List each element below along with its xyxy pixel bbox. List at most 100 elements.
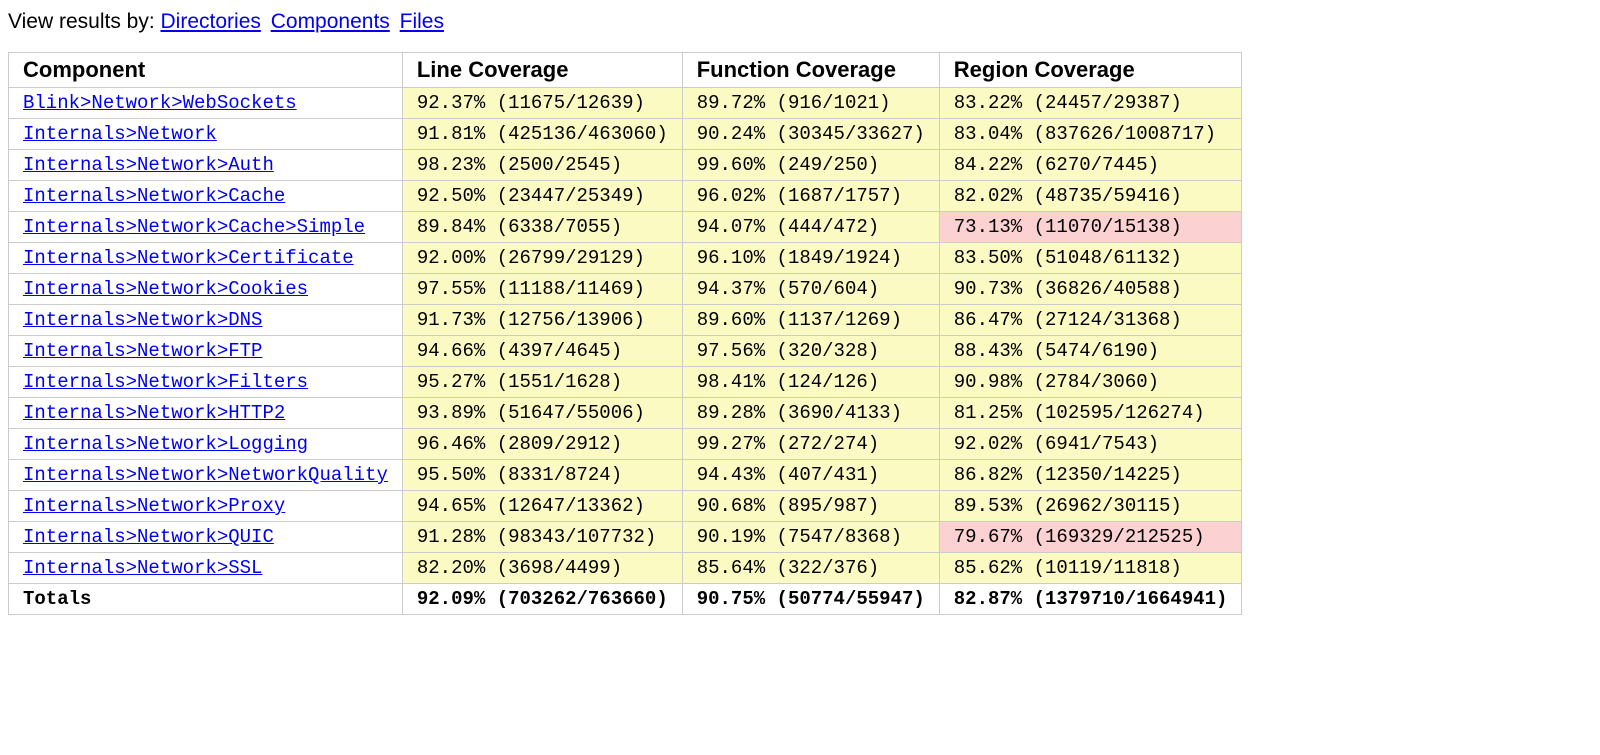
coverage-pct: 91.81% [417, 123, 485, 145]
coverage-pct: 99.27% [697, 433, 765, 455]
coverage-pct: 89.72% [697, 92, 765, 114]
component-link[interactable]: Internals>Network>NetworkQuality [23, 464, 388, 486]
region-coverage-cell: 88.43% (5474/6190) [939, 336, 1242, 367]
component-link[interactable]: Internals>Network>Cache>Simple [23, 216, 365, 238]
component-cell: Internals>Network>Logging [9, 429, 403, 460]
component-cell: Internals>Network>QUIC [9, 522, 403, 553]
func-coverage-cell: 96.02% (1687/1757) [682, 181, 939, 212]
coverage-fraction: (36826/40588) [1034, 278, 1182, 300]
component-cell: Internals>Network>Cache>Simple [9, 212, 403, 243]
coverage-pct: 81.25% [954, 402, 1022, 424]
coverage-pct: 79.67% [954, 526, 1022, 548]
coverage-pct: 82.02% [954, 185, 1022, 207]
component-cell: Blink>Network>WebSockets [9, 88, 403, 119]
coverage-fraction: (703262/763660) [497, 588, 668, 610]
line-coverage-cell: 96.46% (2809/2912) [402, 429, 682, 460]
totals-region-cell: 82.87% (1379710/1664941) [939, 584, 1242, 615]
coverage-fraction: (6338/7055) [497, 216, 622, 238]
line-coverage-cell: 92.37% (11675/12639) [402, 88, 682, 119]
coverage-pct: 90.19% [697, 526, 765, 548]
region-coverage-cell: 81.25% (102595/126274) [939, 398, 1242, 429]
component-cell: Internals>Network>Proxy [9, 491, 403, 522]
func-coverage-cell: 90.68% (895/987) [682, 491, 939, 522]
coverage-pct: 88.43% [954, 340, 1022, 362]
component-link[interactable]: Internals>Network>Logging [23, 433, 308, 455]
component-cell: Internals>Network>FTP [9, 336, 403, 367]
link-directories[interactable]: Directories [161, 10, 261, 33]
table-header-row: Component Line Coverage Function Coverag… [9, 53, 1242, 88]
coverage-pct: 97.55% [417, 278, 485, 300]
coverage-pct: 98.23% [417, 154, 485, 176]
coverage-pct: 94.37% [697, 278, 765, 300]
func-coverage-cell: 90.24% (30345/33627) [682, 119, 939, 150]
coverage-pct: 89.53% [954, 495, 1022, 517]
coverage-fraction: (7547/8368) [777, 526, 902, 548]
line-coverage-cell: 82.20% (3698/4499) [402, 553, 682, 584]
coverage-pct: 94.66% [417, 340, 485, 362]
component-cell: Internals>Network>NetworkQuality [9, 460, 403, 491]
table-row: Internals>Network>HTTP293.89% (51647/550… [9, 398, 1242, 429]
link-components[interactable]: Components [271, 10, 390, 33]
coverage-fraction: (169329/212525) [1034, 526, 1205, 548]
component-link[interactable]: Internals>Network>Filters [23, 371, 308, 393]
region-coverage-cell: 90.73% (36826/40588) [939, 274, 1242, 305]
totals-row: Totals92.09% (703262/763660)90.75% (5077… [9, 584, 1242, 615]
coverage-pct: 94.65% [417, 495, 485, 517]
component-link[interactable]: Internals>Network>Cookies [23, 278, 308, 300]
component-link[interactable]: Internals>Network>SSL [23, 557, 262, 579]
coverage-pct: 83.50% [954, 247, 1022, 269]
coverage-fraction: (916/1021) [777, 92, 891, 114]
coverage-pct: 86.47% [954, 309, 1022, 331]
func-coverage-cell: 96.10% (1849/1924) [682, 243, 939, 274]
component-cell: Internals>Network>Cache [9, 181, 403, 212]
component-cell: Internals>Network>DNS [9, 305, 403, 336]
coverage-fraction: (837626/1008717) [1034, 123, 1216, 145]
line-coverage-cell: 95.50% (8331/8724) [402, 460, 682, 491]
component-link[interactable]: Internals>Network>DNS [23, 309, 262, 331]
component-link[interactable]: Internals>Network>Proxy [23, 495, 285, 517]
component-link[interactable]: Internals>Network>QUIC [23, 526, 274, 548]
component-link[interactable]: Internals>Network [23, 123, 217, 145]
coverage-pct: 89.84% [417, 216, 485, 238]
component-link[interactable]: Internals>Network>Certificate [23, 247, 354, 269]
table-row: Internals>Network>Cache92.50% (23447/253… [9, 181, 1242, 212]
coverage-fraction: (30345/33627) [777, 123, 925, 145]
coverage-pct: 90.73% [954, 278, 1022, 300]
coverage-fraction: (6941/7543) [1034, 433, 1159, 455]
component-link[interactable]: Internals>Network>Cache [23, 185, 285, 207]
component-link[interactable]: Internals>Network>Auth [23, 154, 274, 176]
component-cell: Internals>Network [9, 119, 403, 150]
coverage-pct: 91.73% [417, 309, 485, 331]
coverage-fraction: (11675/12639) [497, 92, 645, 114]
coverage-fraction: (26799/29129) [497, 247, 645, 269]
region-coverage-cell: 89.53% (26962/30115) [939, 491, 1242, 522]
link-files[interactable]: Files [400, 10, 444, 33]
table-row: Internals>Network>SSL82.20% (3698/4499)8… [9, 553, 1242, 584]
view-results-label: View results by: [8, 10, 155, 33]
coverage-fraction: (5474/6190) [1034, 340, 1159, 362]
func-coverage-cell: 89.60% (1137/1269) [682, 305, 939, 336]
line-coverage-cell: 91.81% (425136/463060) [402, 119, 682, 150]
region-coverage-cell: 92.02% (6941/7543) [939, 429, 1242, 460]
component-link[interactable]: Blink>Network>WebSockets [23, 92, 297, 114]
component-link[interactable]: Internals>Network>HTTP2 [23, 402, 285, 424]
totals-func-cell: 90.75% (50774/55947) [682, 584, 939, 615]
coverage-fraction: (10119/11818) [1034, 557, 1182, 579]
coverage-fraction: (27124/31368) [1034, 309, 1182, 331]
coverage-pct: 84.22% [954, 154, 1022, 176]
component-link[interactable]: Internals>Network>FTP [23, 340, 262, 362]
coverage-pct: 83.22% [954, 92, 1022, 114]
coverage-pct: 96.10% [697, 247, 765, 269]
totals-label: Totals [9, 584, 403, 615]
coverage-pct: 90.75% [697, 588, 765, 610]
coverage-pct: 97.56% [697, 340, 765, 362]
line-coverage-cell: 91.28% (98343/107732) [402, 522, 682, 553]
coverage-fraction: (570/604) [777, 278, 880, 300]
coverage-pct: 89.28% [697, 402, 765, 424]
func-coverage-cell: 94.07% (444/472) [682, 212, 939, 243]
coverage-fraction: (11070/15138) [1034, 216, 1182, 238]
coverage-fraction: (8331/8724) [497, 464, 622, 486]
col-region-coverage: Region Coverage [939, 53, 1242, 88]
func-coverage-cell: 98.41% (124/126) [682, 367, 939, 398]
coverage-fraction: (24457/29387) [1034, 92, 1182, 114]
